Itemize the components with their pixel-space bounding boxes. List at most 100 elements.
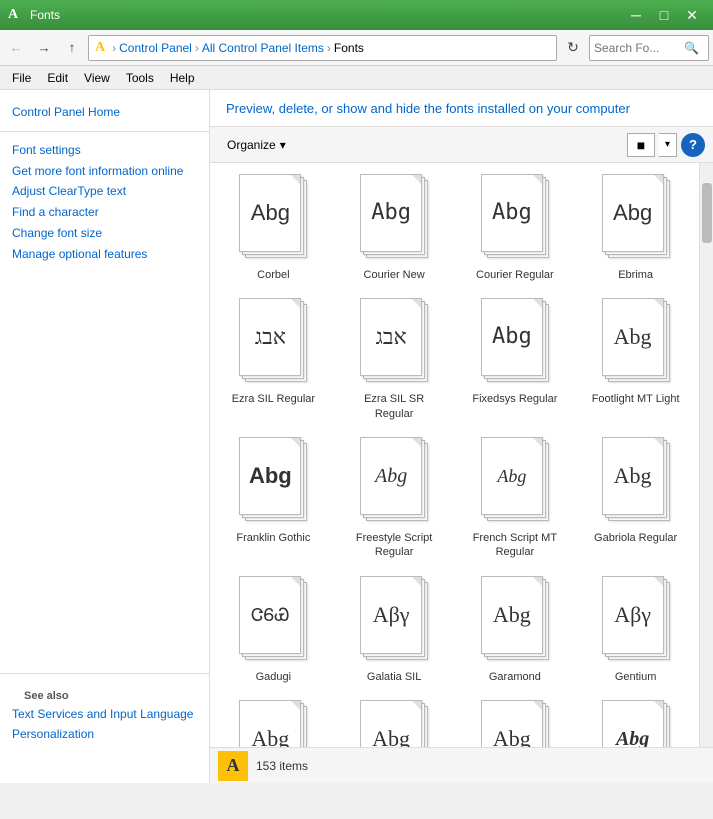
font-preview: Αβγ [596,576,676,666]
breadcrumb-control-panel[interactable]: Control Panel [119,41,192,55]
back-button[interactable]: ← [4,36,28,60]
main-layout: Control Panel Home Font settings Get mor… [0,90,713,783]
menu-edit[interactable]: Edit [39,69,76,87]
font-preview: Abg [475,298,555,388]
font-item[interactable]: Αβγ Galatia SIL [335,569,454,691]
font-glyph: Αβγ [614,604,651,626]
font-name: Footlight MT Light [592,392,680,406]
font-glyph: Abg [249,465,292,487]
font-item[interactable]: Abg Footlight MT Light [576,291,695,428]
minimize-button[interactable]: ─ [623,5,649,25]
font-item[interactable]: Abg Courier Regular [456,167,575,289]
font-glyph: אבג [255,326,286,348]
font-item[interactable]: Abg Georgia [335,693,454,747]
font-item[interactable]: Abg Ebrima [576,167,695,289]
organize-label: Organize [227,138,276,152]
sidebar-link-find-character[interactable]: Find a character [12,202,197,223]
content-area: Preview, delete, or show and hide the fo… [210,90,713,783]
search-icon: 🔍 [684,41,699,55]
font-item[interactable]: אבג Ezra SIL SR Regular [335,291,454,428]
font-item[interactable]: Abg Gentium Plus [214,693,333,747]
font-item[interactable]: Abg Courier New [335,167,454,289]
menu-view[interactable]: View [76,69,118,87]
menu-help[interactable]: Help [162,69,203,87]
title-bar: A Fonts ─ □ ✕ [0,0,713,30]
font-name: Corbel [257,268,289,282]
sidebar: Control Panel Home Font settings Get mor… [0,90,210,783]
forward-button[interactable]: → [32,36,56,60]
font-item[interactable]: Abg Franklin Gothic [214,430,333,567]
font-preview: Abg [475,700,555,747]
sidebar-link-manage-optional[interactable]: Manage optional features [12,244,197,265]
help-button[interactable]: ? [681,133,705,157]
font-preview: Abg [596,700,676,747]
status-icon-char: A [227,755,240,776]
font-glyph: Abg [614,326,652,348]
content-header: Preview, delete, or show and hide the fo… [210,90,713,127]
menu-tools[interactable]: Tools [118,69,162,87]
sidebar-link-change-font-size[interactable]: Change font size [12,223,197,244]
font-preview: Abg [596,437,676,527]
font-name: Gentium [615,670,657,684]
font-preview: Abg [233,174,313,264]
title-bar-controls: ─ □ ✕ [623,5,705,25]
font-glyph: ᏣᏮᏯ [251,606,289,624]
font-preview: Abg [233,437,313,527]
maximize-button[interactable]: □ [651,5,677,25]
font-name: French Script MT Regular [470,531,560,560]
scrollbar-track[interactable] [699,163,713,747]
font-item[interactable]: ᏣᏮᏯ Gadugi [214,569,333,691]
organize-button[interactable]: Organize ▾ [218,133,295,157]
font-preview: Abg [475,174,555,264]
address-bar: ← → ↑ A › Control Panel › All Control Pa… [0,30,713,66]
breadcrumb-current: Fonts [334,41,364,55]
content-scroll-wrapper: Abg Corbel Abg Courier New [210,163,713,747]
font-item[interactable]: Abg Corbel [214,167,333,289]
sidebar-link-text-services[interactable]: Text Services and Input Language [12,704,197,725]
sidebar-link-personalization[interactable]: Personalization [12,724,197,745]
font-preview: אבג [354,298,434,388]
font-name: Freestyle Script Regular [349,531,439,560]
font-preview: Abg [354,174,434,264]
font-preview: ᏣᏮᏯ [233,576,313,666]
breadcrumb-all-items[interactable]: All Control Panel Items [202,41,324,55]
font-preview: Abg [596,174,676,264]
font-item[interactable]: Abg Garamond [456,569,575,691]
font-glyph: Αβγ [373,604,410,626]
font-name: Fixedsys Regular [472,392,557,406]
view-dropdown-button[interactable]: ▾ [659,133,677,157]
font-name: Ezra SIL SR Regular [349,392,439,421]
sidebar-link-control-panel-home[interactable]: Control Panel Home [12,102,197,123]
scrollbar-thumb[interactable] [702,183,712,243]
font-preview: Abg [596,298,676,388]
menu-file[interactable]: File [4,69,39,87]
font-item[interactable]: Abg Harlow Solid Semi Expanded Italic [576,693,695,747]
font-name: Galatia SIL [367,670,421,684]
font-item[interactable]: אבג Ezra SIL Regular [214,291,333,428]
font-glyph: Abg [492,326,532,348]
font-item[interactable]: Αβγ Gentium [576,569,695,691]
font-glyph: Abg [375,466,407,486]
sidebar-link-get-more-font[interactable]: Get more font information online [12,161,197,182]
close-button[interactable]: ✕ [679,5,705,25]
view-mode-button[interactable]: ■ [627,133,655,157]
content-header-text: Preview, delete, or show and hide the fo… [226,101,630,116]
refresh-button[interactable]: ↻ [561,36,585,60]
font-preview: Abg [354,437,434,527]
font-name: Ezra SIL Regular [232,392,315,406]
toolbar: Organize ▾ ■ ▾ ? [210,127,713,163]
font-glyph: Abg [493,728,531,747]
sidebar-link-adjust-cleartype[interactable]: Adjust ClearType text [12,181,197,202]
font-item[interactable]: Abg Gabriola Regular [576,430,695,567]
font-item[interactable]: Abg Fixedsys Regular [456,291,575,428]
font-item[interactable]: Abg French Script MT Regular [456,430,575,567]
font-item[interactable]: Abg Freestyle Script Regular [335,430,454,567]
font-preview: Abg [233,700,313,747]
up-button[interactable]: ↑ [60,36,84,60]
font-item[interactable]: Abg GFS Decker Normal [456,693,575,747]
font-name: Gadugi [256,670,291,684]
status-bar: A 153 items [210,747,713,783]
search-input[interactable] [594,41,684,55]
sidebar-link-font-settings[interactable]: Font settings [12,140,197,161]
font-name: Franklin Gothic [236,531,310,545]
